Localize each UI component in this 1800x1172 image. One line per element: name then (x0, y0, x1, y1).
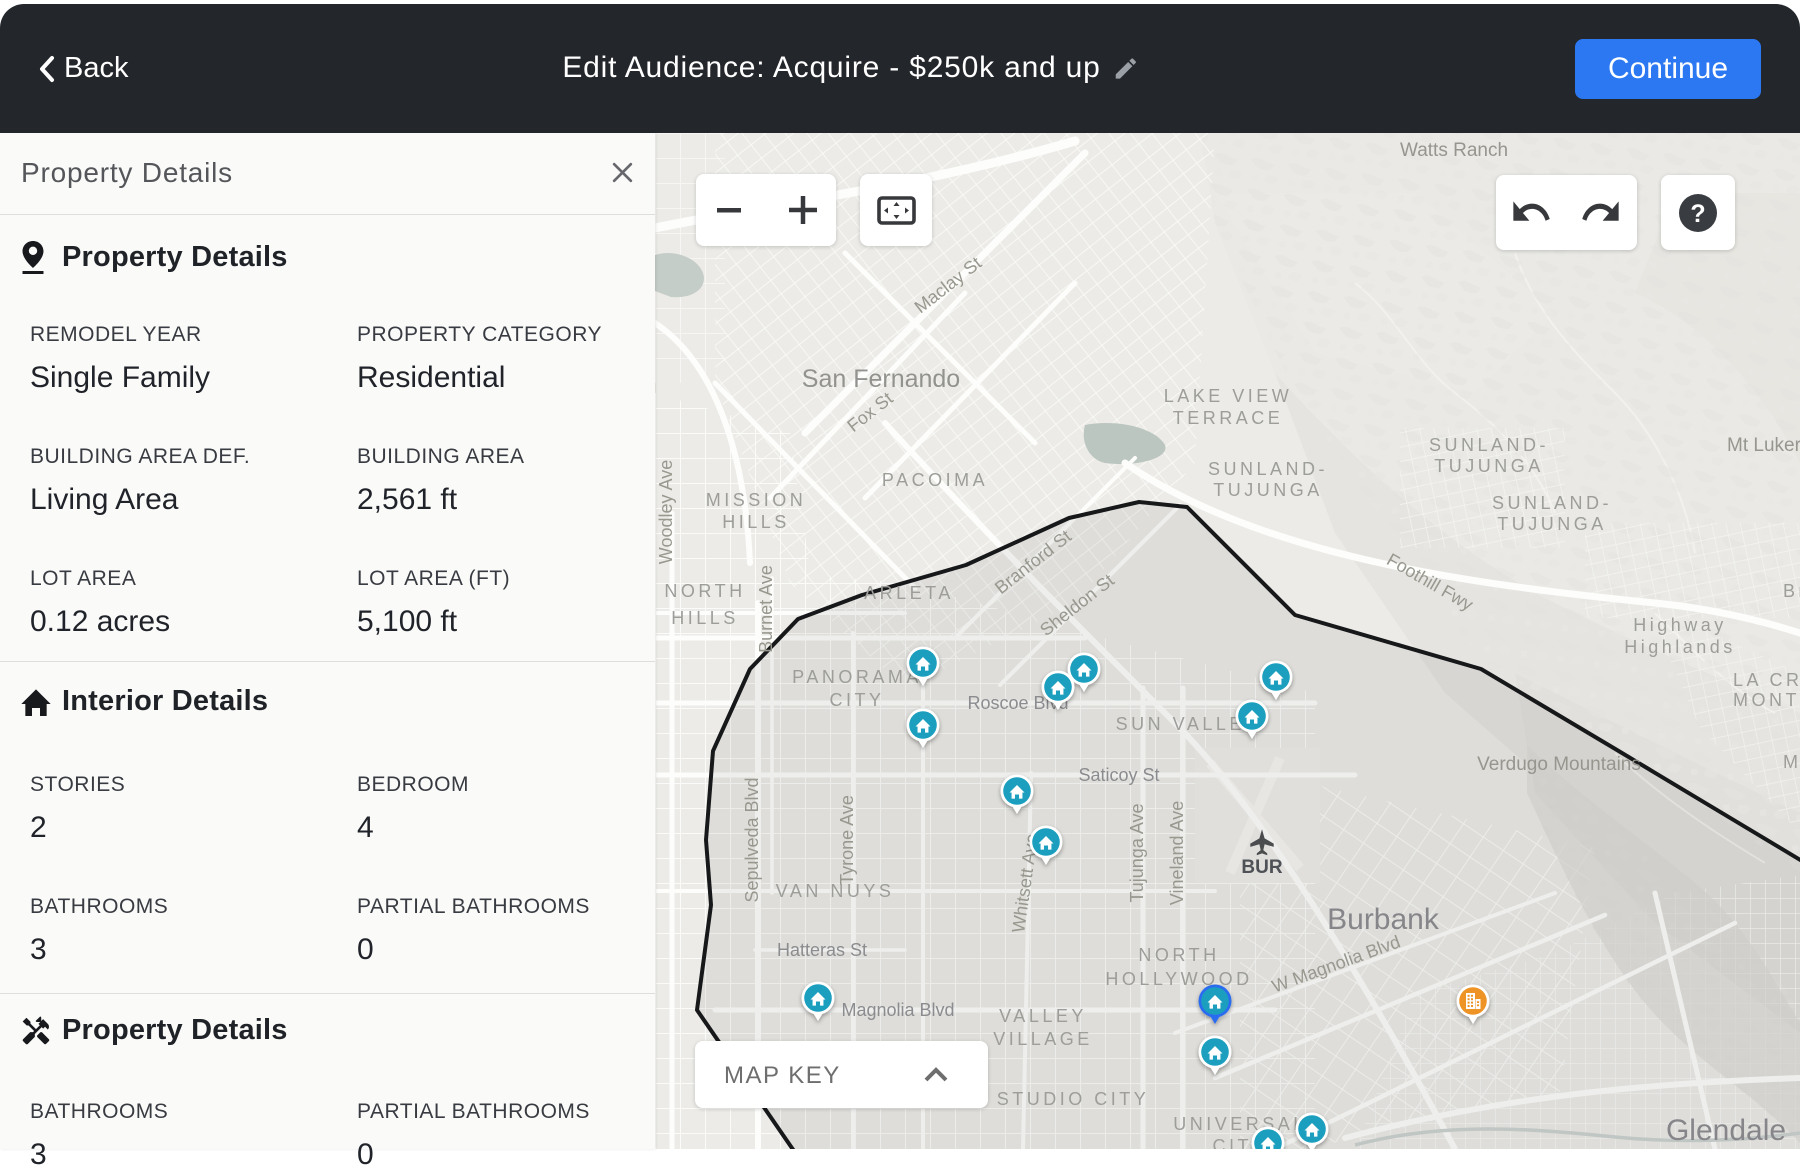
svg-text:NORTH: NORTH (664, 581, 745, 601)
svg-text:TERRACE: TERRACE (1173, 408, 1284, 428)
svg-text:?: ? (1690, 200, 1705, 228)
svg-text:MON: MON (1783, 752, 1800, 772)
svg-text:Tujunga Ave: Tujunga Ave (1127, 803, 1147, 902)
svg-text:Vineland Ave: Vineland Ave (1167, 801, 1187, 905)
svg-text:TUJUNGA: TUJUNGA (1497, 514, 1607, 534)
svg-text:MISSION: MISSION (706, 490, 807, 510)
svg-text:MONTROSE: MONTROSE (1733, 690, 1800, 710)
svg-text:ARLETA: ARLETA (864, 583, 954, 603)
svg-text:LAKE VIEW: LAKE VIEW (1164, 386, 1293, 406)
svg-text:PACOIMA: PACOIMA (882, 470, 988, 490)
svg-text:Watts Ranch: Watts Ranch (1400, 140, 1508, 161)
svg-text:TUJUNGA: TUJUNGA (1434, 456, 1544, 476)
svg-text:SUNLAND-: SUNLAND- (1492, 493, 1612, 513)
svg-text:TUJUNGA: TUJUNGA (1213, 480, 1323, 500)
svg-text:UNIVERSAL: UNIVERSAL (1173, 1114, 1307, 1134)
svg-text:Brig: Brig (1783, 581, 1800, 601)
svg-text:SUNLAND-: SUNLAND- (1208, 459, 1328, 479)
svg-text:LA CRESCENTA-: LA CRESCENTA- (1733, 670, 1800, 690)
svg-text:PANORAMA: PANORAMA (792, 667, 922, 687)
svg-text:Hatteras St: Hatteras St (777, 940, 867, 960)
svg-text:Verdugo Mountains: Verdugo Mountains (1477, 754, 1641, 775)
svg-text:BUR: BUR (1241, 857, 1282, 878)
svg-text:Sepulveda Blvd: Sepulveda Blvd (742, 777, 762, 902)
svg-text:HILLS: HILLS (722, 512, 790, 532)
svg-text:HOLLYWOOD: HOLLYWOOD (1105, 969, 1252, 989)
svg-text:VALLEY: VALLEY (999, 1006, 1087, 1026)
svg-text:NORTH: NORTH (1138, 945, 1219, 965)
svg-text:Burbank: Burbank (1327, 903, 1440, 936)
svg-text:Mt Luker: Mt Luker (1727, 435, 1800, 456)
svg-text:Glendale: Glendale (1666, 1114, 1786, 1147)
svg-text:VAN NUYS: VAN NUYS (776, 881, 895, 901)
svg-text:Highlands: Highlands (1624, 637, 1736, 657)
svg-text:Highway: Highway (1633, 615, 1727, 635)
svg-text:Magnolia Blvd: Magnolia Blvd (841, 1000, 954, 1020)
svg-text:San Fernando: San Fernando (802, 365, 960, 393)
svg-text:HILLS: HILLS (671, 608, 739, 628)
svg-text:Burnet Ave: Burnet Ave (756, 565, 776, 653)
svg-text:Woodley Ave: Woodley Ave (656, 460, 676, 564)
svg-text:SUNLAND-: SUNLAND- (1429, 435, 1549, 455)
svg-text:STUDIO CITY: STUDIO CITY (997, 1089, 1150, 1109)
svg-text:Tyrone Ave: Tyrone Ave (837, 795, 857, 885)
svg-text:CITY: CITY (829, 690, 884, 710)
svg-text:VILLAGE: VILLAGE (993, 1029, 1093, 1049)
svg-text:Saticoy St: Saticoy St (1078, 765, 1159, 785)
